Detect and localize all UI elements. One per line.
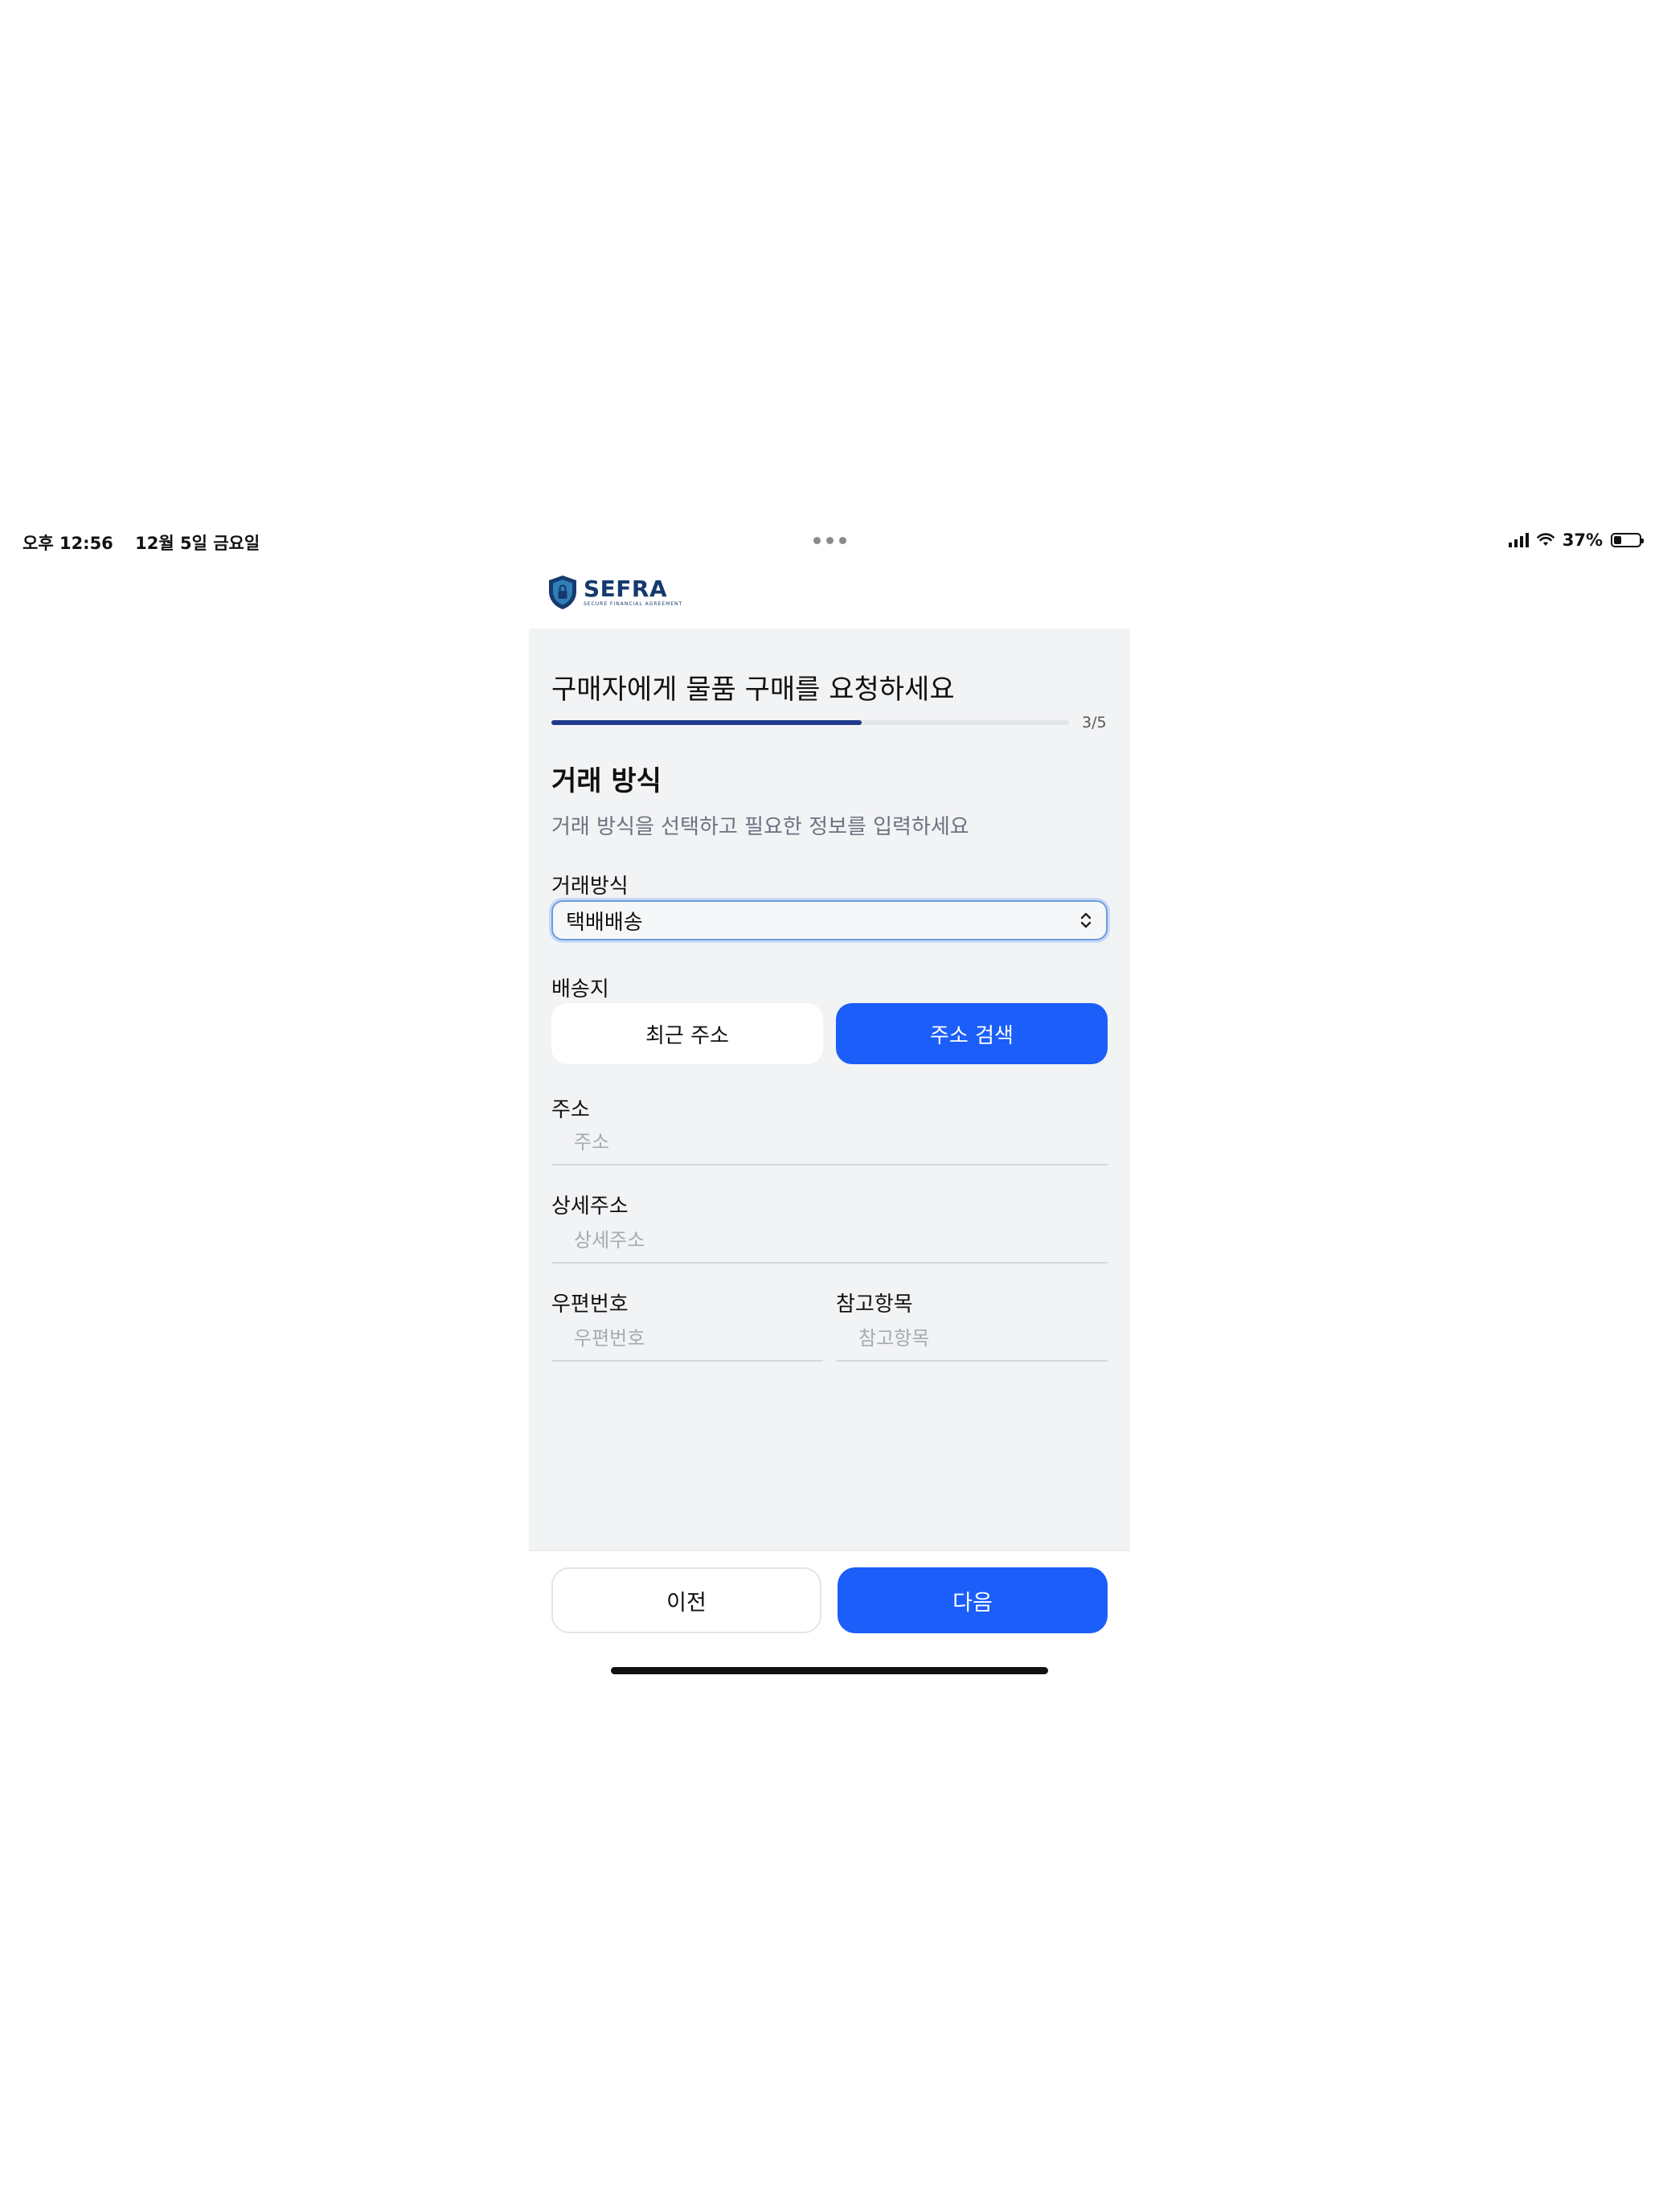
status-time: 오후 12:56 xyxy=(23,534,113,553)
multitasking-dots-icon[interactable] xyxy=(813,537,846,544)
cellular-signal-icon xyxy=(1508,533,1529,547)
trade-method-select[interactable]: 택배배송 xyxy=(551,900,1108,940)
step-progress-fill xyxy=(551,720,862,725)
form-panel: 구매자에게 물품 구매를 요청하세요 3/5 거래 방식 거래 방식을 선택하고… xyxy=(529,629,1130,1550)
shipping-label: 배송지 xyxy=(551,977,609,1002)
battery-icon xyxy=(1611,533,1644,547)
status-bar-right: 37% xyxy=(1508,530,1644,550)
trade-method-label: 거래방식 xyxy=(551,875,629,899)
recent-address-button[interactable]: 최근 주소 xyxy=(551,1003,823,1064)
reference-input[interactable] xyxy=(836,1317,1108,1362)
shield-lock-icon xyxy=(549,576,576,609)
step-progress-bar xyxy=(551,720,1069,725)
section-description: 거래 방식을 선택하고 필요한 정보를 입력하세요 xyxy=(551,815,969,839)
step-label: 3/5 xyxy=(1082,714,1107,731)
section-title: 거래 방식 xyxy=(551,765,662,797)
logo-name: SEFRA xyxy=(584,576,668,602)
home-indicator[interactable] xyxy=(611,1667,1048,1674)
detail-address-label: 상세주소 xyxy=(551,1194,629,1219)
battery-percent: 37% xyxy=(1562,530,1603,550)
address-label: 주소 xyxy=(551,1098,590,1122)
page-title: 구매자에게 물품 구매를 요청하세요 xyxy=(551,674,955,706)
chevron-up-down-icon xyxy=(1080,912,1092,928)
address-search-button[interactable]: 주소 검색 xyxy=(836,1003,1108,1064)
logo-subtitle: SECURE FINANCIAL AGREEMENT xyxy=(584,601,683,607)
next-button[interactable]: 다음 xyxy=(838,1567,1108,1633)
address-input[interactable] xyxy=(551,1120,1108,1165)
reference-label: 참고항목 xyxy=(836,1292,913,1317)
postal-code-label: 우편번호 xyxy=(551,1292,629,1317)
footer-divider xyxy=(529,1550,1130,1551)
detail-address-input[interactable] xyxy=(551,1219,1108,1264)
trade-method-value: 택배배송 xyxy=(566,910,643,935)
sefra-logo: SEFRA SECURE FINANCIAL AGREEMENT xyxy=(547,574,682,611)
wifi-icon xyxy=(1536,533,1555,546)
postal-code-input[interactable] xyxy=(551,1317,823,1362)
prev-button[interactable]: 이전 xyxy=(551,1567,821,1633)
status-date: 12월 5일 금요일 xyxy=(135,534,260,553)
status-bar-left: 오후 12:56 12월 5일 금요일 xyxy=(23,530,276,555)
